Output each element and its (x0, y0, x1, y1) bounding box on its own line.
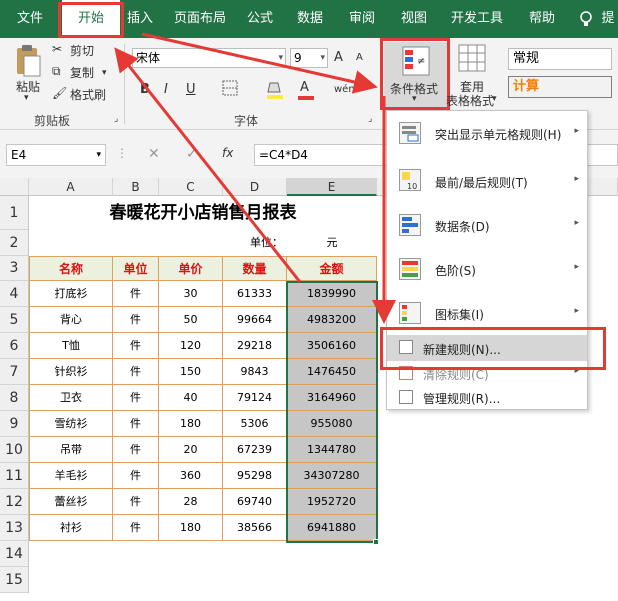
arrow-to-home-tab (114, 47, 302, 283)
arrow-to-conditional-format (141, 32, 378, 94)
annotation-arrows (114, 32, 396, 324)
